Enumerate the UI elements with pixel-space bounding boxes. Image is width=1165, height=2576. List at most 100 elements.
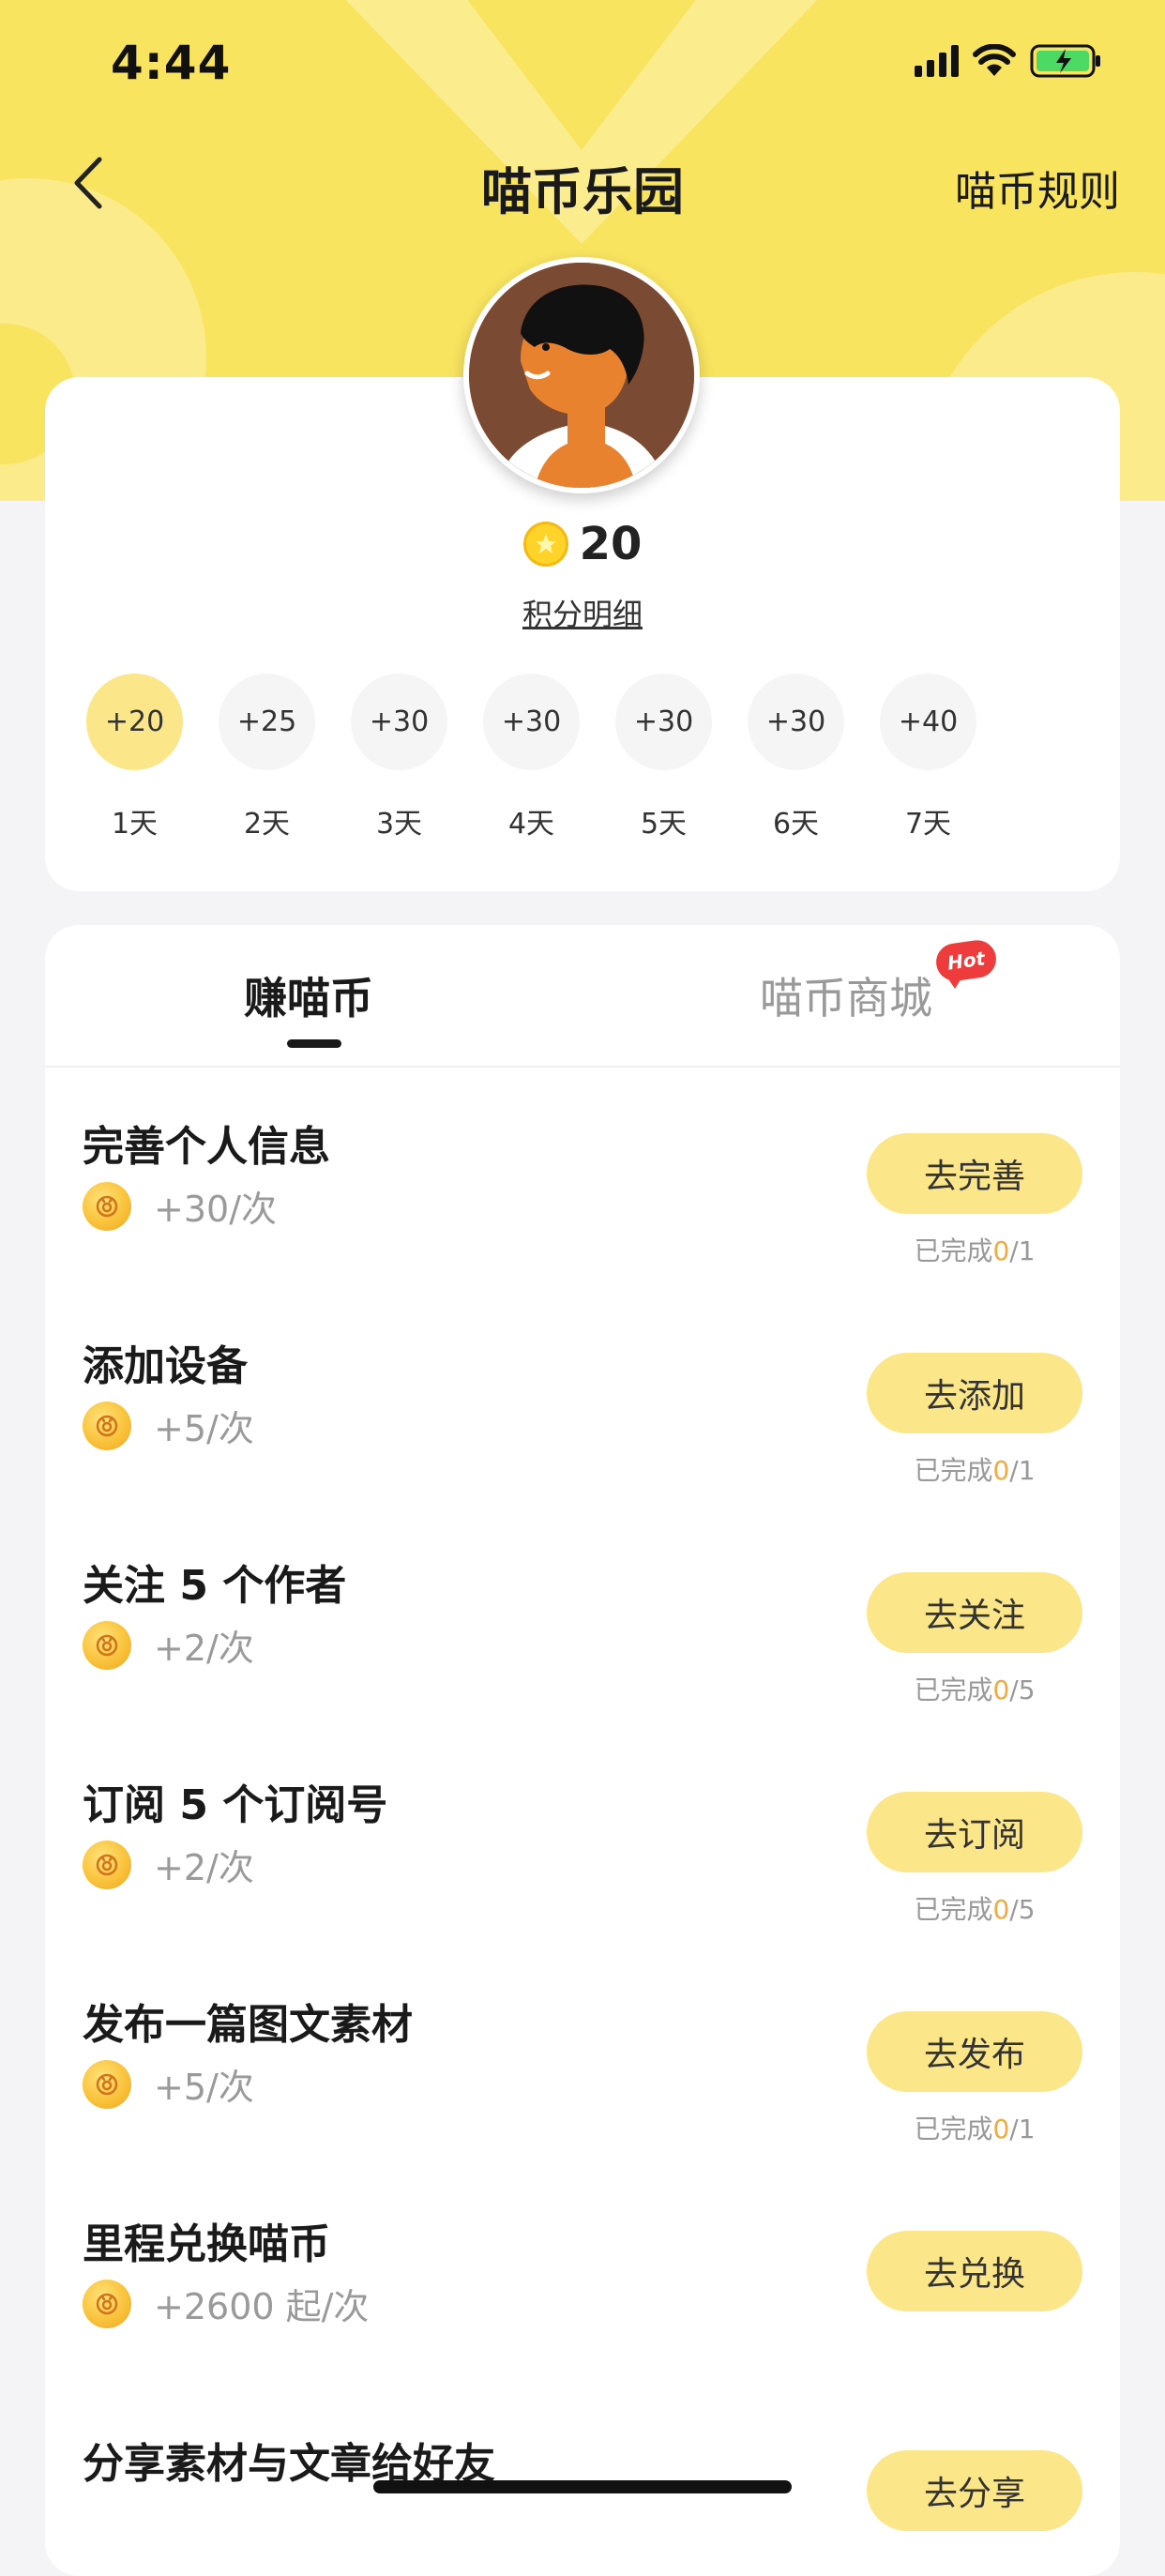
checkin-day-label: 5天 [640, 808, 688, 841]
checkin-day-label: 6天 [772, 808, 820, 841]
task-progress-done: 0 [992, 1894, 1010, 1925]
task-progress-total: /1 [1009, 1455, 1036, 1486]
checkin-reward: +20 [86, 674, 183, 770]
task-progress-done: 0 [992, 1455, 1010, 1486]
task-reward-amount: +2600 起/次 [154, 2286, 370, 2327]
task-progress-total: /1 [1009, 2114, 1036, 2144]
task-reward-amount: +5/次 [154, 2067, 254, 2108]
checkin-day-label: 1天 [111, 808, 159, 841]
task-reward: +30/次 [83, 1180, 277, 1232]
task-row: 完善个人信息 +30/次 去完善已完成0/1 [45, 1066, 1120, 1285]
coin-balance: 20 [0, 518, 1165, 570]
task-action-button[interactable]: 去完善 [867, 1133, 1082, 1214]
task-reward: +2/次 [83, 1619, 254, 1671]
task-progress-total: /1 [1009, 1235, 1036, 1266]
task-row: 发布一篇图文素材 +5/次 去发布已完成0/1 [45, 1944, 1120, 2163]
task-action-button[interactable]: 去发布 [867, 2011, 1082, 2092]
task-progress: 已完成0/1 [867, 2109, 1082, 2146]
coin-icon [522, 522, 568, 567]
tab-bar: 赚喵币 喵币商城 Hot [45, 925, 1120, 1068]
points-detail-link[interactable]: 积分明细 [0, 591, 1165, 634]
hot-badge: Hot [933, 937, 999, 984]
coin-count: 20 [579, 518, 643, 570]
checkin-reward: +30 [748, 674, 844, 770]
coin-icon [83, 1181, 131, 1231]
checkin-reward: +40 [880, 674, 976, 770]
tab-active-indicator [287, 1039, 341, 1048]
task-reward: +2600 起/次 [83, 2278, 369, 2329]
task-progress-label: 已完成 [914, 1235, 993, 1266]
task-reward: +5/次 [83, 1400, 254, 1451]
task-progress: 已完成0/5 [867, 1670, 1082, 1707]
checkin-reward: +25 [219, 674, 315, 770]
task-reward-amount: +2/次 [154, 1847, 254, 1888]
battery-icon [1030, 44, 1100, 78]
task-row: 分享素材与文章给好友 去分享 [45, 2383, 1120, 2576]
task-action-button[interactable]: 去关注 [867, 1572, 1082, 1653]
checkin-day-6: +30 6天 [748, 674, 844, 841]
task-title: 订阅 5 个订阅号 [83, 1781, 388, 1829]
task-reward-amount: +5/次 [154, 1408, 254, 1449]
status-icons [915, 43, 1103, 79]
task-action-button[interactable]: 去兑换 [867, 2231, 1082, 2311]
task-progress: 已完成0/5 [867, 1889, 1082, 1927]
task-progress: 已完成0/1 [867, 1231, 1082, 1268]
checkin-reward: +30 [615, 674, 712, 770]
task-progress-label: 已完成 [914, 1894, 993, 1925]
wifi-icon [973, 44, 1016, 76]
checkin-day-5: +30 5天 [615, 674, 712, 841]
task-action-button[interactable]: 去订阅 [867, 1792, 1082, 1872]
coin-icon [83, 2279, 131, 2328]
checkin-day-7: +40 7天 [880, 674, 976, 841]
task-action-button[interactable]: 去分享 [867, 2450, 1082, 2531]
rules-link[interactable]: 喵币规则 [955, 158, 1120, 218]
task-progress-label: 已完成 [914, 2114, 993, 2144]
checkin-row: +20 1天 +25 2天 +30 3天 +30 4天 +30 5天 +30 6天 +40 7天 [86, 674, 976, 841]
task-reward: +2/次 [83, 1839, 254, 1890]
task-title: 完善个人信息 [83, 1123, 330, 1171]
task-reward-amount: +2/次 [154, 1628, 254, 1669]
task-title: 添加设备 [83, 1342, 248, 1390]
task-progress-done: 0 [992, 1674, 1010, 1705]
checkin-day-2: +25 2天 [219, 674, 315, 841]
task-progress-total: /5 [1009, 1894, 1036, 1925]
task-progress-total: /5 [1009, 1674, 1036, 1705]
checkin-day-label: 2天 [243, 808, 291, 841]
checkin-day-4: +30 4天 [483, 674, 580, 841]
task-progress-label: 已完成 [914, 1455, 993, 1486]
checkin-day-label: 4天 [507, 808, 555, 841]
checkin-day-label: 3天 [375, 808, 423, 841]
task-row: 添加设备 +5/次 去添加已完成0/1 [45, 1285, 1120, 1505]
tab-coin-shop[interactable]: 喵币商城 [760, 964, 932, 1026]
checkin-day-label: 7天 [904, 808, 952, 841]
status-time: 4:44 [111, 36, 232, 90]
task-list: 完善个人信息 +30/次 去完善 已完成0/1 添加设备 +5/次 去添加 已完成0/1 关注 … [45, 1066, 1120, 2576]
task-row: 关注 5 个作者 +2/次 去关注已完成0/5 [45, 1505, 1120, 1724]
coin-icon [83, 1840, 131, 1889]
tab-earn-coins[interactable]: 赚喵币 [244, 964, 373, 1026]
task-card: 赚喵币 喵币商城 Hot 完善个人信息 +30/次 去完善 已完成0/1 添加设备 +5/… [45, 925, 1120, 2576]
coin-icon [83, 1401, 131, 1450]
header-decoration [439, 0, 724, 150]
points-detail-label[interactable]: 积分明细 [522, 597, 643, 632]
signal-icon [915, 45, 959, 77]
task-reward-amount: +30/次 [154, 1189, 277, 1230]
task-title: 里程兑换喵币 [83, 2220, 330, 2268]
task-action-button[interactable]: 去添加 [867, 1353, 1082, 1433]
task-title: 关注 5 个作者 [83, 1562, 347, 1610]
home-indicator [373, 2480, 792, 2493]
task-progress: 已完成0/1 [867, 1450, 1082, 1488]
task-title: 发布一篇图文素材 [83, 2001, 413, 2049]
coin-icon [83, 1620, 131, 1670]
checkin-reward: +30 [351, 674, 447, 770]
checkin-day-3: +30 3天 [351, 674, 447, 841]
avatar[interactable] [463, 257, 700, 493]
task-progress-done: 0 [992, 1235, 1010, 1266]
avatar-illustration [469, 263, 694, 488]
task-row: 订阅 5 个订阅号 +2/次 去订阅已完成0/5 [45, 1724, 1120, 1944]
task-reward: +5/次 [83, 2058, 254, 2110]
task-row: 里程兑换喵币 +2600 起/次 去兑换 [45, 2163, 1120, 2383]
coin-icon [83, 2059, 131, 2109]
checkin-day-1: +20 1天 [86, 674, 183, 841]
task-progress-label: 已完成 [914, 1674, 993, 1705]
